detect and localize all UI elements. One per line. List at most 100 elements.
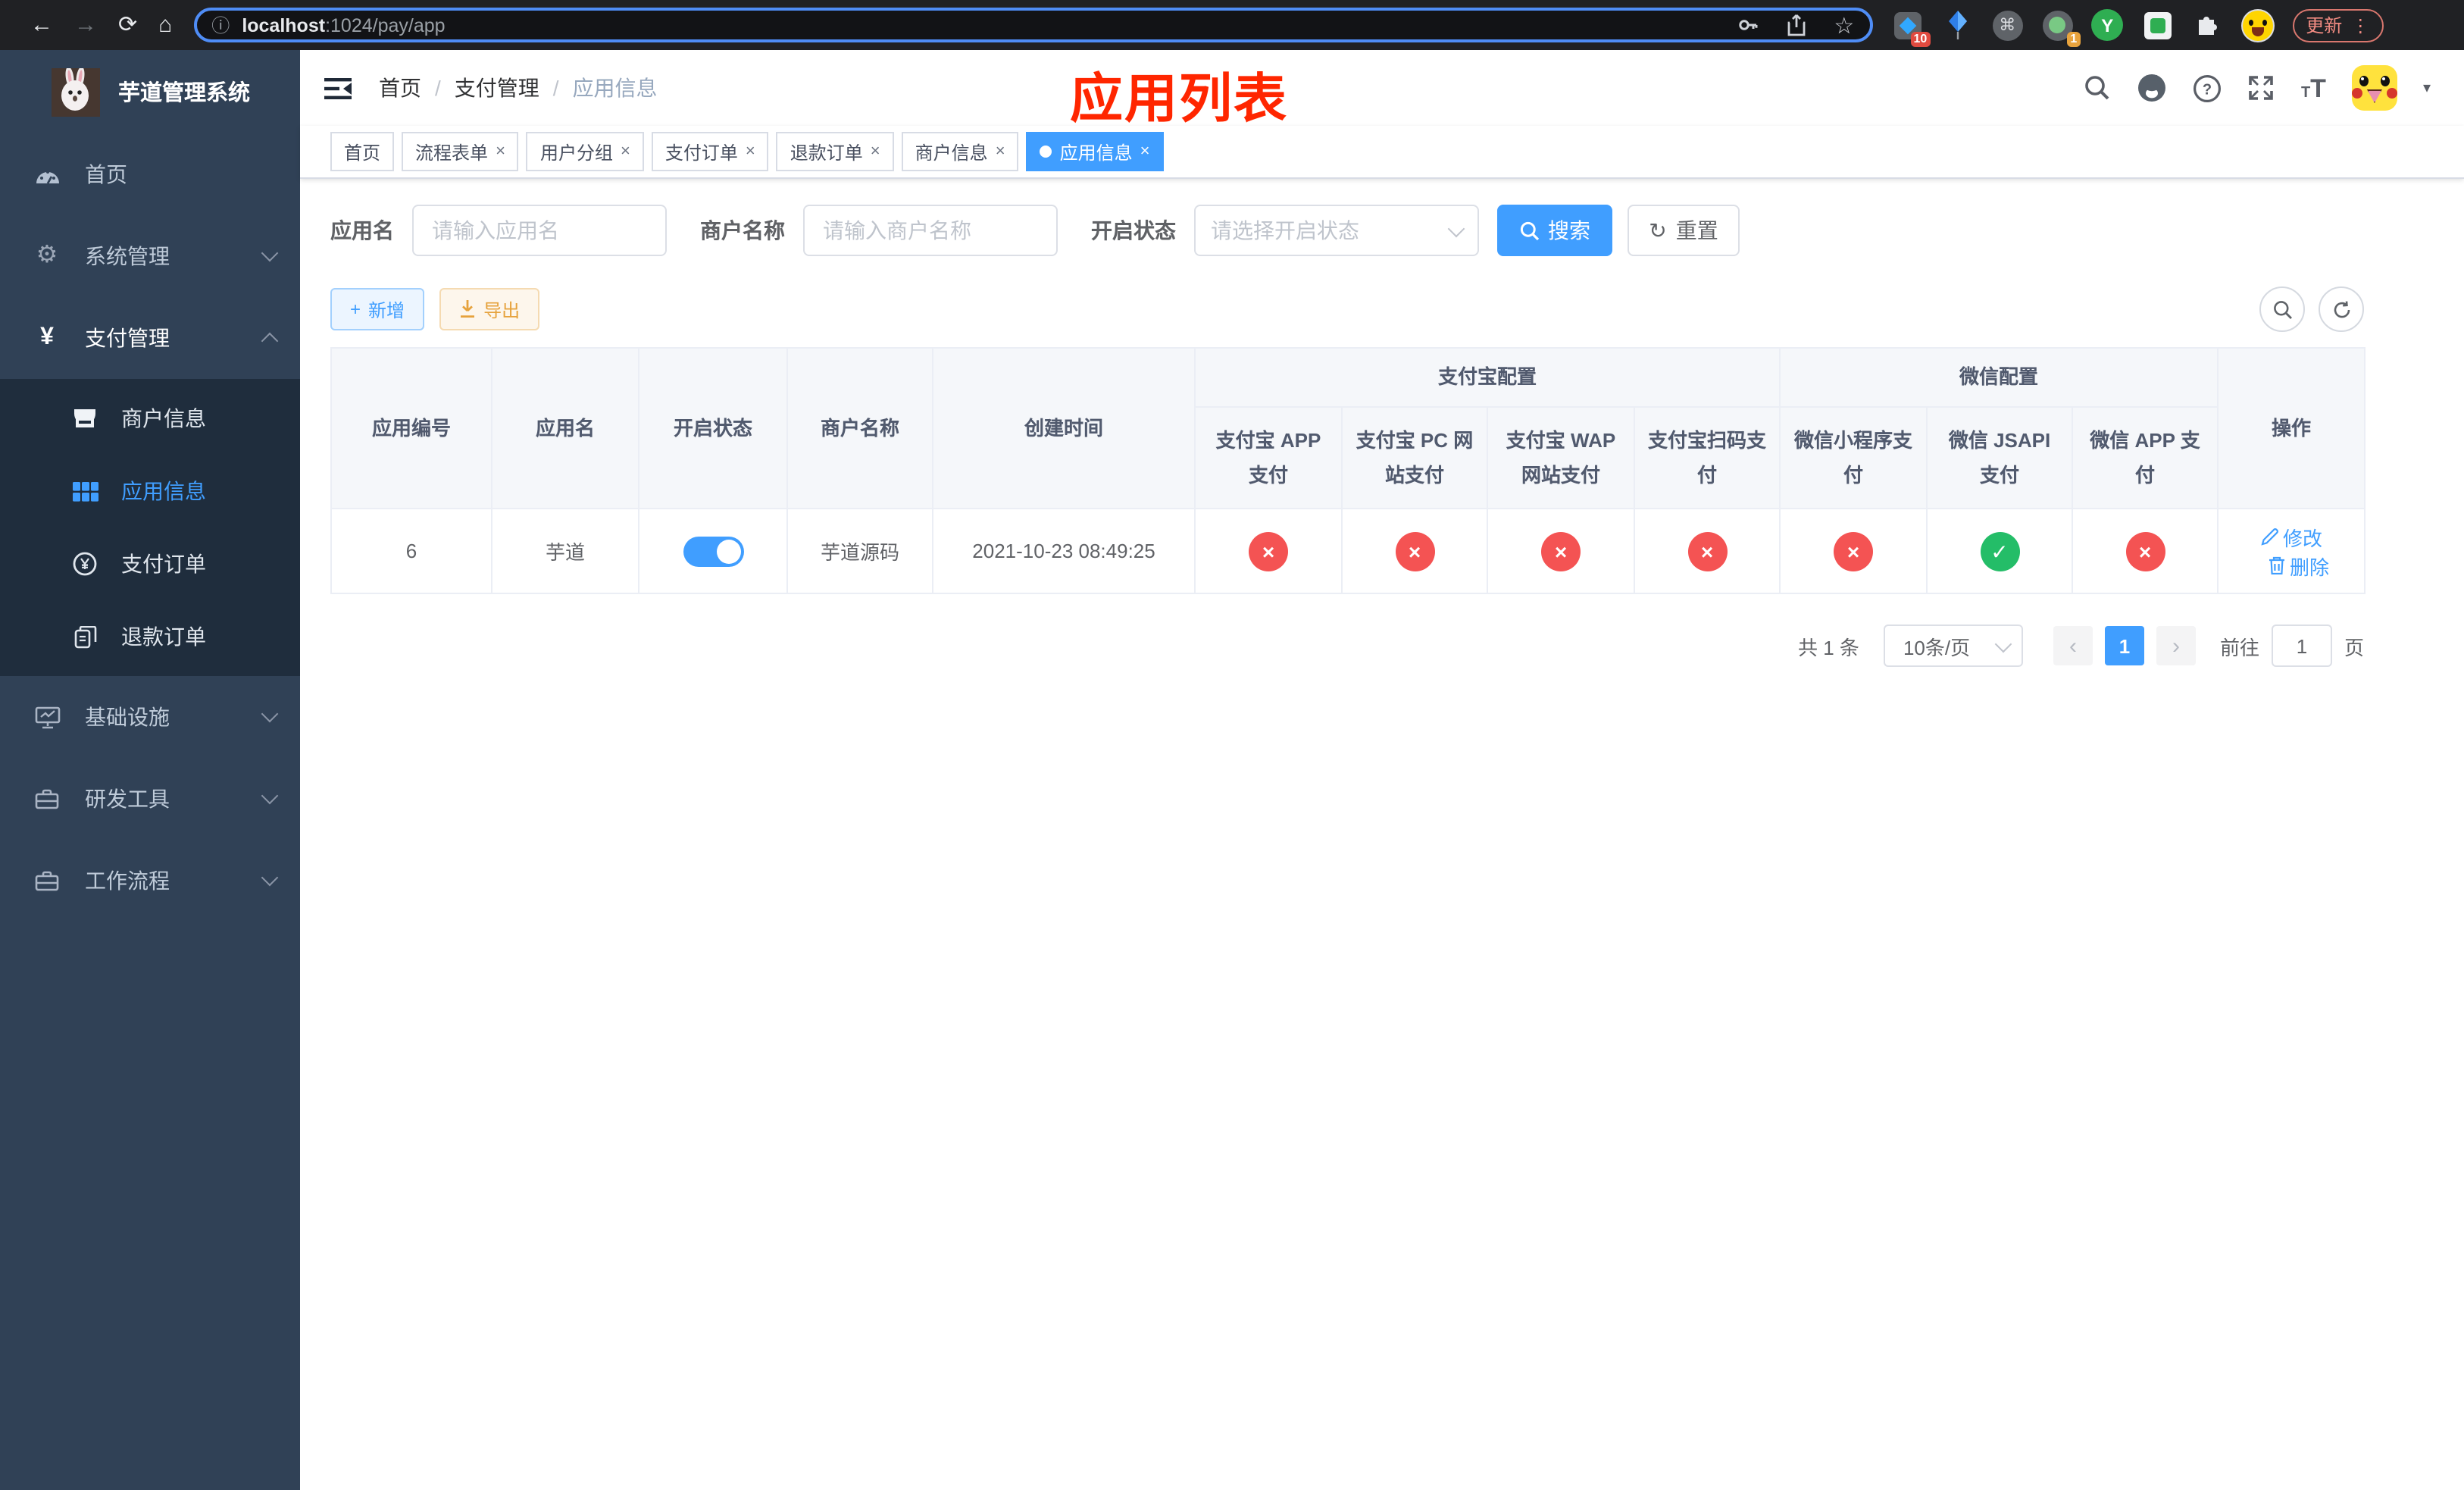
profile-avatar-icon[interactable] <box>2240 8 2275 42</box>
tab-home[interactable]: 首页 <box>330 132 395 171</box>
cell-alipay-qr: × <box>1633 508 1781 594</box>
breadcrumb-separator: / <box>435 76 441 100</box>
url-path: :1024/pay/app <box>325 14 446 36</box>
fail-icon: × <box>1395 531 1434 571</box>
browser-reload-button[interactable]: ⟳ <box>118 14 137 36</box>
status-toggle[interactable] <box>683 536 743 566</box>
col-header-alipay-app: 支付宝 APP 支付 <box>1194 406 1343 509</box>
goto-label: 前往 <box>2219 636 2259 659</box>
close-icon[interactable]: × <box>1140 142 1150 161</box>
search-button[interactable]: 搜索 <box>1497 205 1612 256</box>
chrome-update-button[interactable]: 更新 ⋮ <box>2292 8 2384 42</box>
tab-merchant-info[interactable]: 商户信息 × <box>901 132 1019 171</box>
password-key-icon[interactable] <box>1737 14 1759 36</box>
page-unit-label: 页 <box>2344 636 2364 659</box>
search-icon[interactable] <box>2084 74 2112 102</box>
sidebar-collapse-button[interactable] <box>300 77 364 99</box>
tab-app-info[interactable]: 应用信息 × <box>1026 132 1164 171</box>
page-1-button[interactable]: 1 <box>2104 626 2144 665</box>
breadcrumb-current: 应用信息 <box>572 76 658 100</box>
prev-page-button[interactable]: ‹ <box>2053 626 2093 665</box>
site-info-icon[interactable]: ⓘ <box>211 12 230 38</box>
breadcrumb-payment[interactable]: 支付管理 <box>455 73 539 103</box>
group-header-alipay: 支付宝配置 <box>1193 347 1781 408</box>
cell-alipay-pc: × <box>1341 508 1488 594</box>
notes-extension-icon[interactable] <box>2140 8 2174 42</box>
toolbox-icon <box>33 788 61 809</box>
github-icon[interactable] <box>2137 73 2168 103</box>
table-toolbar: + 新增 导出 <box>330 286 2364 332</box>
extensions-puzzle-icon[interactable] <box>2190 8 2224 42</box>
sidebar-item-home[interactable]: 首页 <box>0 133 300 215</box>
breadcrumb: 首页 / 支付管理 / 应用信息 <box>379 73 658 103</box>
browser-forward-button[interactable]: → <box>74 14 97 36</box>
address-bar[interactable]: ⓘ localhost :1024/pay/app ☆ <box>193 8 1873 42</box>
sidebar-item-workflow[interactable]: 工作流程 <box>0 840 300 922</box>
sidebar-item-pay-orders[interactable]: 支付订单 <box>0 527 300 600</box>
chevron-down-icon <box>1994 634 2012 653</box>
browser-home-button[interactable]: ⌂ <box>158 14 172 36</box>
download-icon <box>461 300 475 318</box>
breadcrumb-home[interactable]: 首页 <box>379 73 421 103</box>
grid-icon <box>70 481 100 501</box>
fullscreen-icon[interactable] <box>2248 74 2275 102</box>
tab-refund-orders[interactable]: 退款订单 × <box>776 132 894 171</box>
refresh-table-button[interactable] <box>2319 286 2364 332</box>
tags-view-bar: 首页 流程表单 × 用户分组 × 支付订单 × 退款订单 × 商户信息 × 应用信息 × <box>300 126 2464 179</box>
sidebar-item-app-info[interactable]: 应用信息 <box>0 455 300 527</box>
tab-process-form[interactable]: 流程表单 × <box>402 132 519 171</box>
extension-blocks-icon[interactable]: 10 <box>1890 8 1931 46</box>
sidebar-item-devtools[interactable]: 研发工具 <box>0 758 300 840</box>
close-icon[interactable]: × <box>871 142 880 161</box>
sidebar-item-payment[interactable]: ¥ 支付管理 <box>0 297 300 379</box>
screen: ← → ⟳ ⌂ ⓘ localhost :1024/pay/app ☆ 10 ⌘… <box>0 0 2464 1490</box>
group-header-wechat: 微信配置 <box>1779 347 2219 408</box>
next-page-button[interactable]: › <box>2156 626 2196 665</box>
sidebar-item-infrastructure[interactable]: 基础设施 <box>0 676 300 758</box>
add-button[interactable]: + 新增 <box>330 288 425 330</box>
page-annotation-title: 应用列表 <box>1070 70 1289 129</box>
status-select[interactable]: 请选择开启状态 <box>1194 205 1479 256</box>
refresh-icon <box>2333 300 2350 318</box>
help-icon[interactable]: ? <box>2194 74 2222 102</box>
cell-alipay-app: × <box>1194 508 1343 594</box>
chevron-down-icon <box>261 869 279 887</box>
recorder-extension-icon[interactable]: 1 <box>2040 8 2081 46</box>
export-button[interactable]: 导出 <box>439 288 540 330</box>
bookmark-star-icon[interactable]: ☆ <box>1834 11 1854 39</box>
sidebar-item-label: 研发工具 <box>85 787 170 811</box>
close-icon[interactable]: × <box>621 142 630 161</box>
close-icon[interactable]: × <box>746 142 755 161</box>
y-extension-icon[interactable]: Y <box>2090 8 2124 42</box>
close-icon[interactable]: × <box>496 142 505 161</box>
sidebar-item-refund-orders[interactable]: 退款订单 <box>0 600 300 673</box>
sidebar-item-system[interactable]: ⚙ 系统管理 <box>0 215 300 297</box>
merchant-name-input[interactable] <box>803 205 1058 256</box>
command-extension-icon[interactable]: ⌘ <box>1990 8 2024 42</box>
tab-user-group[interactable]: 用户分组 × <box>526 132 644 171</box>
sidebar-item-label: 商户信息 <box>121 406 206 430</box>
delete-link[interactable]: 删除 <box>2269 551 2329 580</box>
goto-page-input[interactable] <box>2271 624 2332 667</box>
extension-icons: 10 ⌘ 1 Y <box>1890 8 2275 46</box>
browser-menu-kebab-icon[interactable]: ⋮ <box>2351 14 2369 36</box>
edit-link[interactable]: 修改 <box>2260 522 2322 551</box>
app-logo[interactable]: 芋道管理系统 <box>0 50 300 133</box>
kite-extension-icon[interactable] <box>1940 8 1974 42</box>
tab-pay-orders[interactable]: 支付订单 × <box>651 132 769 171</box>
gear-icon: ⚙ <box>36 243 58 268</box>
sidebar-item-merchant-info[interactable]: 商户信息 <box>0 382 300 455</box>
browser-back-button[interactable]: ← <box>30 14 53 36</box>
avatar-caret-down-icon[interactable]: ▾ <box>2423 80 2431 96</box>
svg-text:?: ? <box>2203 80 2212 97</box>
rabbit-logo-image <box>52 67 100 116</box>
reset-button[interactable]: ↻ 重置 <box>1628 205 1740 256</box>
share-icon[interactable] <box>1787 14 1806 36</box>
show-search-button[interactable] <box>2259 286 2305 332</box>
app-name-input[interactable] <box>412 205 667 256</box>
fail-icon: × <box>1834 531 1874 571</box>
close-icon[interactable]: × <box>996 142 1005 161</box>
user-avatar[interactable] <box>2351 65 2397 111</box>
page-size-select[interactable]: 10条/页 <box>1883 624 2023 667</box>
font-size-icon[interactable]: TT <box>2301 75 2326 101</box>
